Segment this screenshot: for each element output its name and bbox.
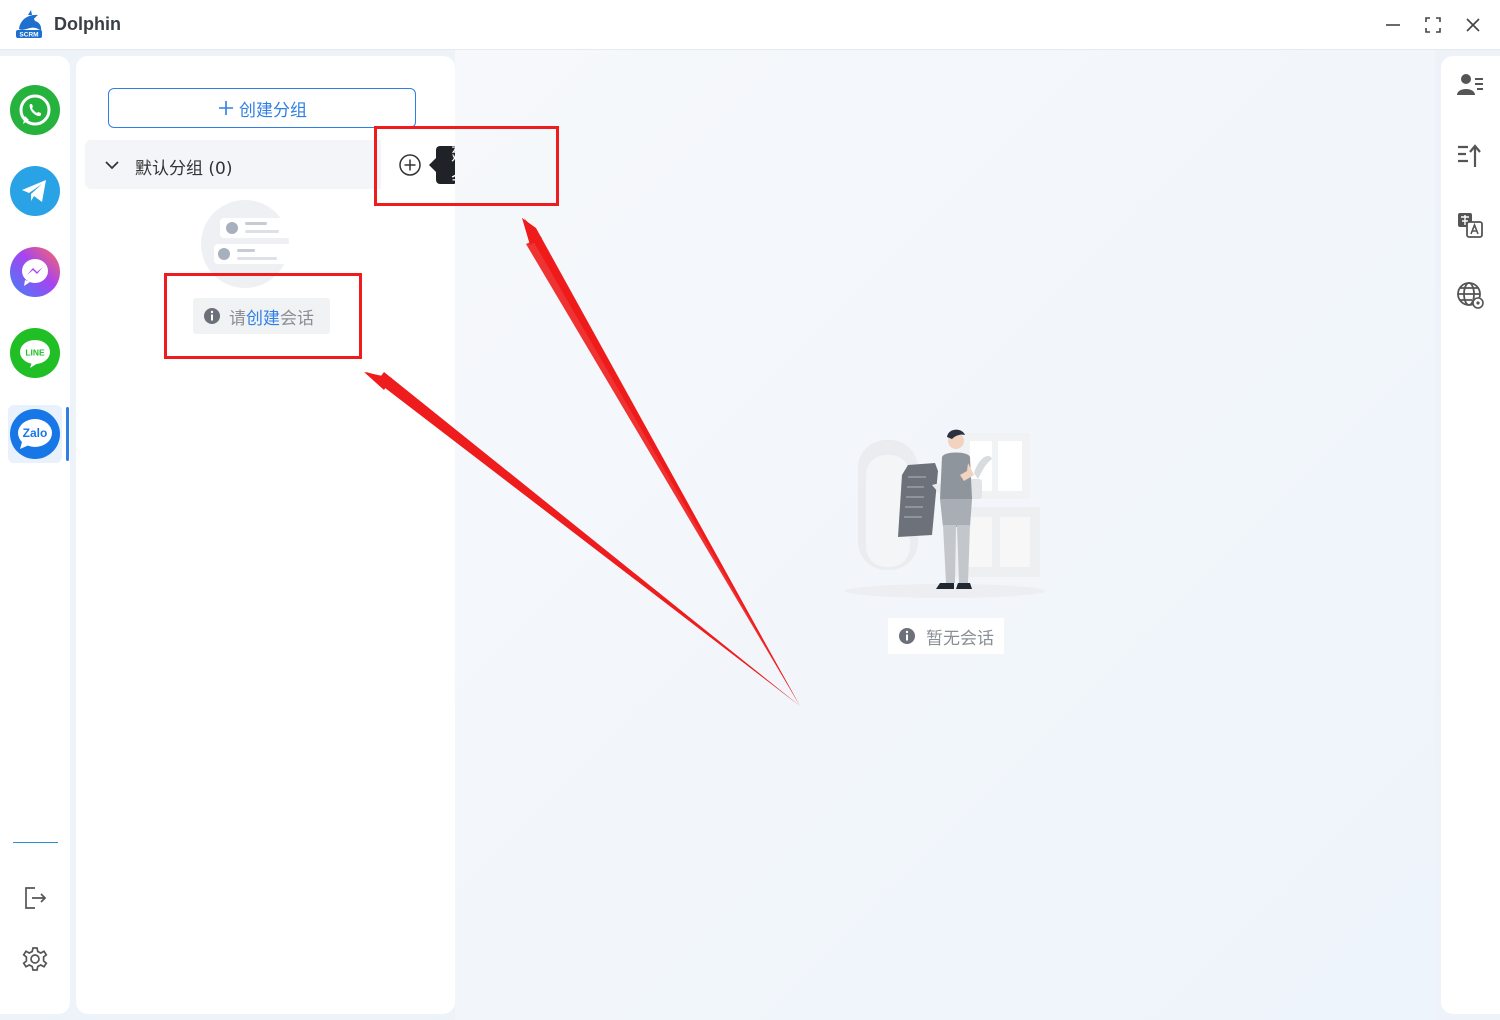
chevron-down-icon[interactable] [103, 156, 121, 174]
rail-divider [13, 842, 58, 843]
platform-zalo[interactable]: Zalo [8, 405, 69, 463]
app-title: Dolphin [54, 14, 121, 34]
group-label: 默认分组 (0) [135, 159, 233, 179]
platform-messenger[interactable] [8, 243, 62, 301]
line-icon: LINE [10, 328, 60, 378]
messenger-icon [10, 247, 60, 297]
settings-button[interactable] [19, 943, 51, 975]
minimize-button[interactable] [1381, 13, 1405, 37]
chat-main-area: 暂无会话 [455, 50, 1435, 1020]
create-group-label: 创建分组 [239, 100, 307, 121]
highlight-add-session [374, 126, 559, 206]
platform-rail: LINE Zalo [0, 56, 70, 1014]
telegram-icon [10, 166, 60, 216]
logout-icon [25, 887, 47, 909]
translate-button[interactable] [1455, 210, 1485, 240]
create-group-button[interactable]: 创建分组 [108, 88, 416, 128]
close-icon [1466, 18, 1480, 32]
globe-settings-icon [1457, 282, 1484, 309]
info-icon [899, 628, 915, 644]
whatsapp-icon [10, 85, 60, 135]
maximize-button[interactable] [1421, 13, 1445, 37]
platform-line[interactable]: LINE [8, 324, 62, 382]
platform-telegram[interactable] [8, 162, 62, 220]
gear-icon [22, 947, 48, 971]
group-row-default[interactable]: 默认分组 (0) [85, 140, 381, 189]
contact-list-button[interactable] [1455, 70, 1485, 100]
plus-icon [219, 101, 233, 115]
zalo-icon: Zalo [10, 409, 60, 459]
minimize-icon [1386, 24, 1400, 26]
line-icon-label: LINE [25, 348, 45, 358]
maximize-icon [1425, 17, 1441, 33]
logout-button[interactable] [19, 882, 51, 914]
title-bar: SCRM Dolphin [0, 0, 1500, 50]
platform-whatsapp[interactable] [8, 81, 62, 139]
highlight-create-hint [164, 273, 362, 359]
network-settings-button[interactable] [1455, 280, 1485, 310]
no-session-text: 暂无会话 [926, 628, 994, 649]
translate-icon [1458, 213, 1483, 238]
no-session-label: 暂无会话 [888, 618, 1004, 654]
sort-upload-icon [1458, 144, 1481, 167]
empty-chat-illustration [845, 429, 1045, 598]
close-button[interactable] [1461, 13, 1485, 37]
dolphin-logo-icon: SCRM [16, 10, 42, 39]
contact-list-icon [1457, 74, 1483, 95]
zalo-icon-label: Zalo [23, 426, 48, 440]
logo-text: SCRM [19, 32, 38, 39]
sort-button[interactable] [1455, 140, 1485, 170]
right-toolbar [1441, 56, 1500, 1014]
